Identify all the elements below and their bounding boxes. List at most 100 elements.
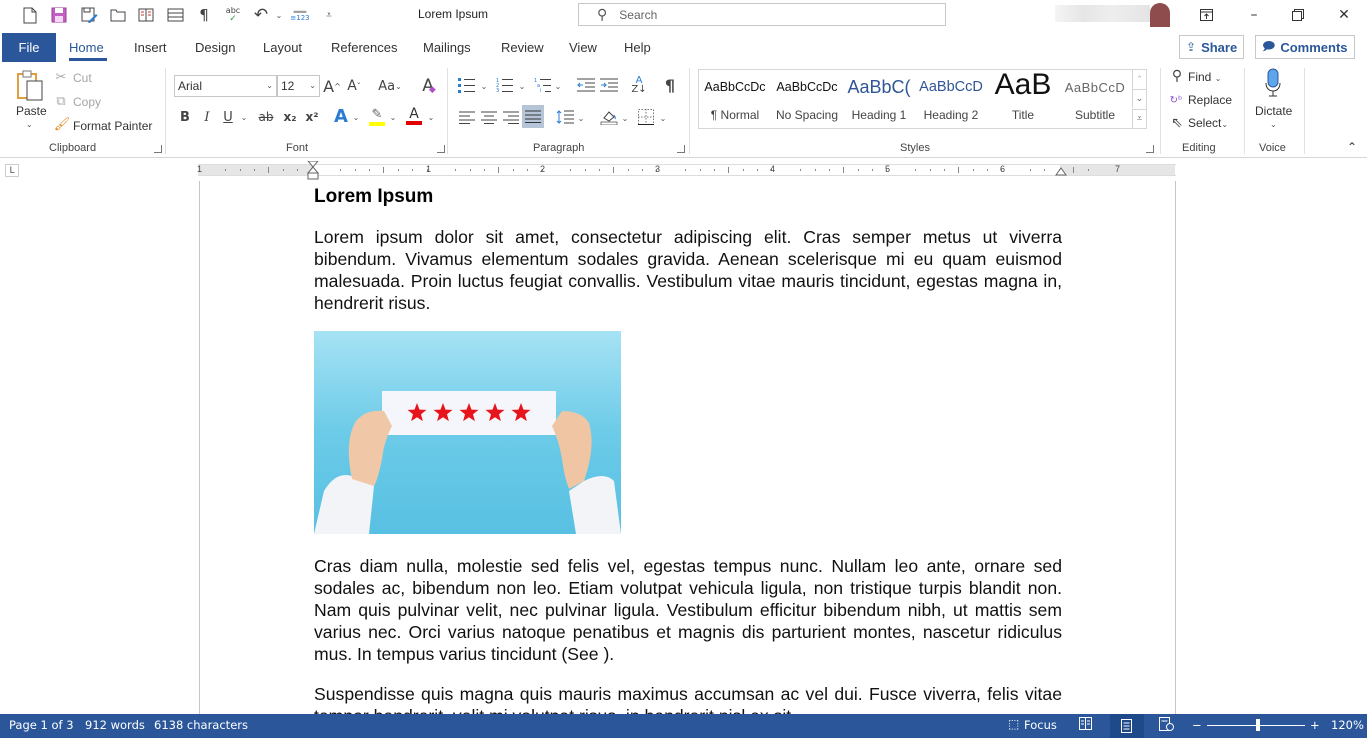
share-button[interactable]: ⇪ Share: [1179, 35, 1245, 59]
spelling-icon[interactable]: abc ✓: [222, 5, 244, 25]
minimize-button[interactable]: –: [1239, 4, 1269, 26]
underline-button[interactable]: U: [220, 107, 236, 127]
borders-dropdown[interactable]: ⌄: [658, 108, 668, 128]
new-document-icon[interactable]: [19, 5, 41, 25]
paragraph[interactable]: Suspendisse quis magna quis mauris maxim…: [314, 683, 1062, 714]
web-layout-view-icon[interactable]: [1159, 717, 1174, 735]
tab-insert[interactable]: Insert: [134, 40, 167, 55]
layout-icon[interactable]: [164, 5, 186, 25]
style-title[interactable]: AaB Title: [987, 68, 1059, 128]
align-left-icon[interactable]: [457, 106, 477, 128]
font-name-select[interactable]: Arial ⌄: [174, 75, 277, 97]
font-size-select[interactable]: 12 ⌄: [277, 75, 320, 97]
dictate-dropdown[interactable]: ⌄: [1270, 120, 1277, 129]
tab-view[interactable]: View: [569, 40, 597, 55]
replace-button[interactable]: Replace: [1188, 93, 1232, 107]
customize-toolbar-icon[interactable]: ⩡: [318, 5, 340, 25]
cut-button[interactable]: Cut: [73, 71, 92, 85]
style-normal[interactable]: AaBbCcDc ¶ Normal: [699, 70, 771, 128]
edit-document-icon[interactable]: [78, 5, 100, 25]
clipboard-dialog-launcher[interactable]: [154, 145, 162, 153]
sort-icon[interactable]: A Z↓: [628, 74, 650, 96]
save-icon[interactable]: [48, 5, 70, 25]
increase-indent-icon[interactable]: [599, 74, 619, 96]
zoom-level[interactable]: 120%: [1331, 718, 1364, 732]
word-count[interactable]: 912 words: [85, 718, 145, 732]
show-hide-formatting-icon[interactable]: ¶: [660, 74, 680, 96]
style-heading-2[interactable]: AaBbCcD Heading 2: [915, 70, 987, 128]
justify-icon[interactable]: [522, 105, 544, 128]
shading-dropdown[interactable]: ⌄: [620, 108, 630, 128]
style-subtitle[interactable]: AaBbCcD Subtitle: [1059, 70, 1131, 128]
paste-button[interactable]: Paste: [16, 104, 47, 118]
paragraph[interactable]: Cras diam nulla, molestie sed felis vel,…: [314, 555, 1062, 665]
find-button[interactable]: Find ⌄: [1188, 70, 1221, 84]
highlight-color-icon[interactable]: ✎: [367, 105, 387, 127]
bullets-icon[interactable]: [457, 74, 477, 96]
indent-markers[interactable]: [307, 161, 319, 183]
ribbon-display-options-icon[interactable]: [1191, 4, 1221, 26]
multilevel-dropdown[interactable]: ⌄: [553, 76, 563, 96]
restore-button[interactable]: [1283, 4, 1313, 26]
text-effects-icon[interactable]: A: [331, 105, 351, 127]
horizontal-ruler[interactable]: 1 1 2 3 4 5 6 7: [197, 161, 1176, 180]
tab-references[interactable]: References: [331, 40, 397, 55]
tab-stop-selector[interactable]: L: [5, 164, 19, 177]
styles-more[interactable]: ⩡: [1132, 109, 1146, 128]
account-name-blurred[interactable]: [1055, 5, 1150, 22]
bullets-dropdown[interactable]: ⌄: [479, 76, 489, 96]
read-mode-view-icon[interactable]: [1079, 717, 1092, 734]
tab-file[interactable]: File: [2, 33, 56, 62]
read-mode-icon[interactable]: [135, 5, 157, 25]
comments-button[interactable]: 🗩 Comments: [1255, 35, 1355, 59]
align-right-icon[interactable]: [501, 106, 521, 128]
focus-button[interactable]: Focus: [1024, 718, 1057, 732]
borders-icon[interactable]: [636, 106, 656, 128]
line-spacing-icon[interactable]: [555, 106, 575, 128]
highlight-dropdown[interactable]: ⌄: [388, 107, 398, 127]
inline-image-five-star-rating[interactable]: [314, 331, 621, 534]
tab-help[interactable]: Help: [624, 40, 651, 55]
tab-layout[interactable]: Layout: [263, 40, 302, 55]
dictate-button[interactable]: Dictate: [1255, 104, 1292, 118]
style-heading-1[interactable]: AaBbC( Heading 1: [843, 70, 915, 128]
strikethrough-button[interactable]: ab: [256, 107, 276, 127]
zoom-slider-thumb[interactable]: [1256, 719, 1260, 731]
microphone-icon[interactable]: [1262, 67, 1284, 99]
multilevel-list-icon[interactable]: 1ai: [533, 74, 553, 96]
document-heading[interactable]: Lorem Ipsum: [314, 186, 433, 208]
format-painter-button[interactable]: Format Painter: [73, 119, 152, 133]
copy-button[interactable]: Copy: [73, 95, 101, 109]
change-case-button[interactable]: Aa ⌄: [375, 76, 405, 96]
right-indent-marker[interactable]: [1055, 167, 1067, 177]
shading-icon[interactable]: [599, 106, 619, 128]
search-box[interactable]: ⚲ Search: [578, 3, 946, 26]
tab-design[interactable]: Design: [195, 40, 235, 55]
align-center-icon[interactable]: [479, 106, 499, 128]
close-button[interactable]: ✕: [1329, 4, 1359, 26]
select-button[interactable]: Select⌄: [1188, 116, 1228, 130]
tab-mailings[interactable]: Mailings: [423, 40, 471, 55]
open-folder-icon[interactable]: [107, 5, 129, 25]
subscript-button[interactable]: x₂: [281, 107, 299, 127]
clear-formatting-icon[interactable]: A ◆: [418, 75, 440, 97]
italic-button[interactable]: I: [199, 107, 215, 127]
paste-dropdown[interactable]: ⌄: [26, 120, 33, 129]
text-effects-dropdown[interactable]: ⌄: [351, 107, 361, 127]
zoom-out-button[interactable]: −: [1192, 718, 1202, 732]
show-formatting-icon[interactable]: ¶: [193, 5, 215, 25]
avatar[interactable]: [1150, 3, 1170, 27]
line-spacing-dropdown[interactable]: ⌄: [576, 108, 586, 128]
character-count[interactable]: 6138 characters: [154, 718, 248, 732]
tab-home[interactable]: Home: [69, 40, 104, 55]
print-layout-view-button[interactable]: [1110, 714, 1144, 738]
style-no-spacing[interactable]: AaBbCcDc No Spacing: [771, 70, 843, 128]
paste-icon[interactable]: [14, 68, 46, 104]
styles-scroll-up[interactable]: ⌃: [1132, 70, 1146, 89]
shrink-font-icon[interactable]: Aˇ: [345, 76, 363, 96]
collapse-ribbon-icon[interactable]: ⌃: [1347, 140, 1357, 154]
grow-font-icon[interactable]: A ^: [322, 76, 342, 96]
line-numbers-icon[interactable]: ═══ ≡123: [289, 5, 311, 25]
styles-dialog-launcher[interactable]: [1146, 145, 1154, 153]
underline-dropdown[interactable]: ⌄: [239, 107, 249, 127]
